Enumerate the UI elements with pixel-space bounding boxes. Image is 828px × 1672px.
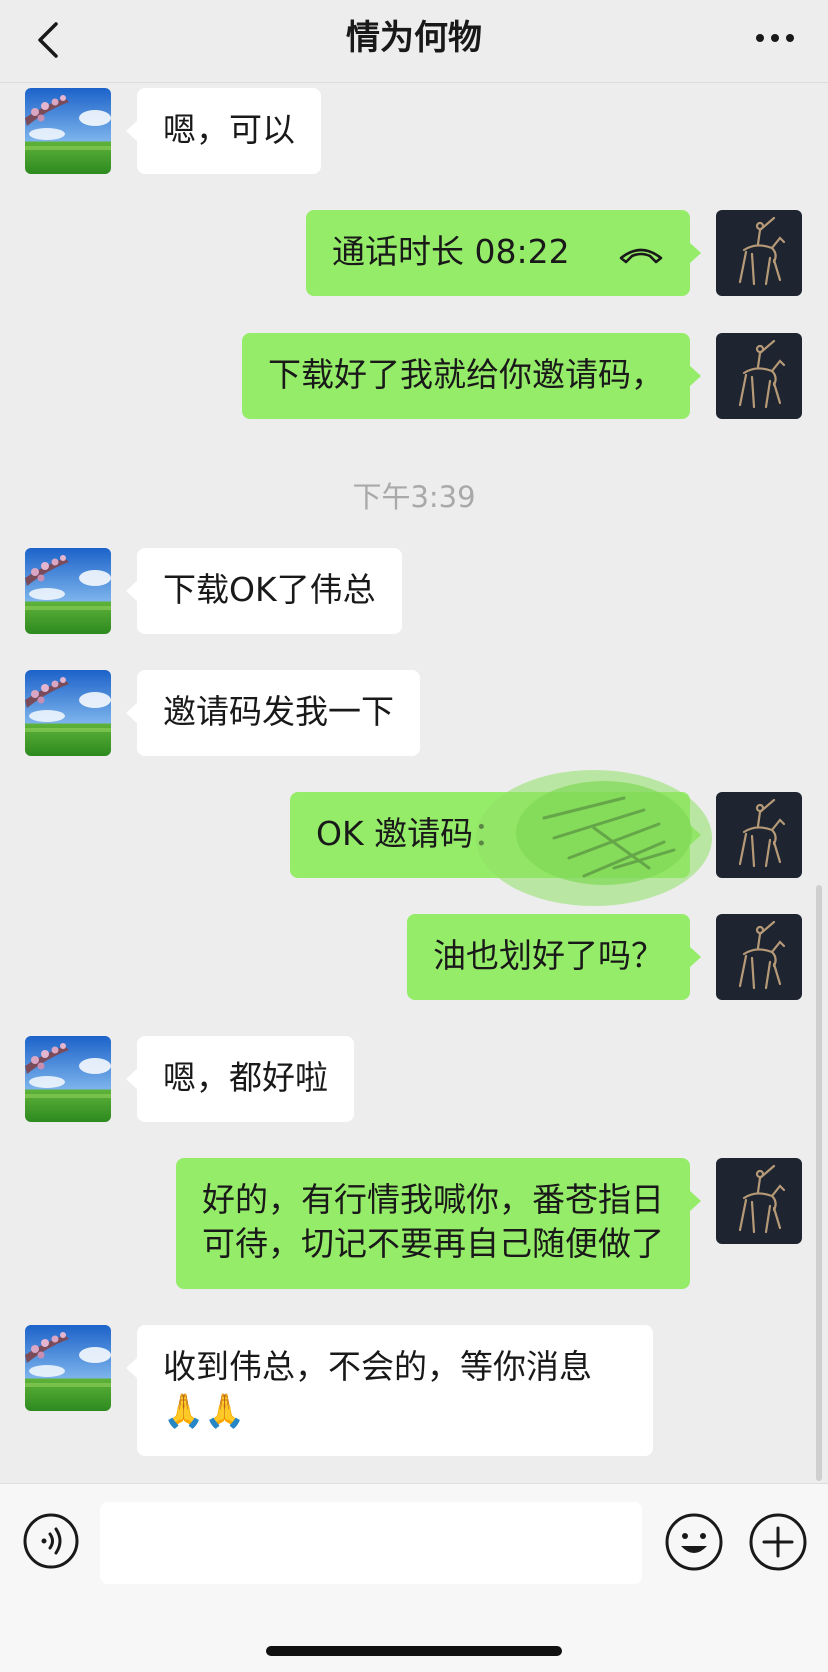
phone-hangup-icon bbox=[619, 248, 663, 264]
message-emoji: 🙏🙏 bbox=[163, 1391, 246, 1430]
more-actions-button[interactable] bbox=[748, 1512, 808, 1572]
message-bubble-sent[interactable]: 好的，有行情我喊你，番苍指日 可待，切记不要再自己随便做了 bbox=[176, 1158, 701, 1289]
contact-avatar[interactable] bbox=[25, 1036, 111, 1122]
call-duration-label: 通话时长 08:22 bbox=[332, 232, 570, 271]
message-text: OK 邀请码： bbox=[316, 814, 507, 853]
message-text: 下载好了我就给你邀请码， bbox=[268, 355, 664, 394]
more-dots-icon bbox=[756, 34, 794, 42]
message-text: 下载OK了伟总 bbox=[163, 570, 376, 609]
voice-icon bbox=[23, 1513, 79, 1569]
contact-avatar[interactable] bbox=[25, 1325, 111, 1411]
message-text: 嗯，可以 bbox=[163, 110, 295, 149]
message-bubble-received[interactable]: 下载OK了伟总 bbox=[126, 548, 402, 634]
my-avatar[interactable] bbox=[716, 1158, 802, 1244]
contact-avatar[interactable] bbox=[25, 670, 111, 756]
my-avatar[interactable] bbox=[716, 914, 802, 1000]
message-bubble-sent[interactable]: 油也划好了吗？ bbox=[407, 914, 701, 1000]
call-record-bubble[interactable]: 通话时长 08:22 bbox=[306, 210, 701, 296]
contact-avatar[interactable] bbox=[25, 548, 111, 634]
nav-bar: 情为何物 bbox=[0, 0, 828, 83]
my-avatar[interactable] bbox=[716, 792, 802, 878]
message-bubble-received[interactable]: 邀请码发我一下 bbox=[126, 670, 420, 756]
message-input[interactable] bbox=[100, 1502, 642, 1584]
message-bubble-sent[interactable]: OK 邀请码： bbox=[290, 792, 701, 878]
message-text-line: 好的，有行情我喊你，番苍指日 bbox=[202, 1180, 664, 1219]
home-indicator bbox=[266, 1646, 562, 1656]
chat-title: 情为何物 bbox=[346, 18, 482, 58]
voice-input-button[interactable] bbox=[22, 1512, 80, 1570]
my-avatar[interactable] bbox=[716, 333, 802, 419]
message-text-line: 可待，切记不要再自己随便做了 bbox=[202, 1224, 664, 1263]
more-button[interactable] bbox=[750, 20, 800, 56]
emoji-icon bbox=[665, 1513, 723, 1571]
contact-avatar[interactable] bbox=[25, 88, 111, 174]
my-avatar[interactable] bbox=[716, 210, 802, 296]
emoji-button[interactable] bbox=[664, 1512, 724, 1572]
message-text: 油也划好了吗？ bbox=[433, 936, 664, 975]
message-bubble-received[interactable]: 嗯，都好啦 bbox=[126, 1036, 354, 1122]
message-text: 邀请码发我一下 bbox=[163, 692, 394, 731]
message-bubble-sent[interactable]: 下载好了我就给你邀请码， bbox=[242, 333, 701, 419]
message-timestamp: 下午3:39 bbox=[352, 480, 476, 514]
message-text-line: 收到伟总，不会的，等你消息 bbox=[163, 1347, 592, 1386]
message-bubble-received[interactable]: 收到伟总，不会的，等你消息 🙏🙏 bbox=[126, 1325, 653, 1456]
message-bubble-received[interactable]: 嗯，可以 bbox=[126, 88, 321, 174]
message-text: 嗯，都好啦 bbox=[163, 1058, 328, 1097]
plus-icon bbox=[749, 1513, 807, 1571]
scrollbar[interactable] bbox=[816, 885, 822, 1481]
